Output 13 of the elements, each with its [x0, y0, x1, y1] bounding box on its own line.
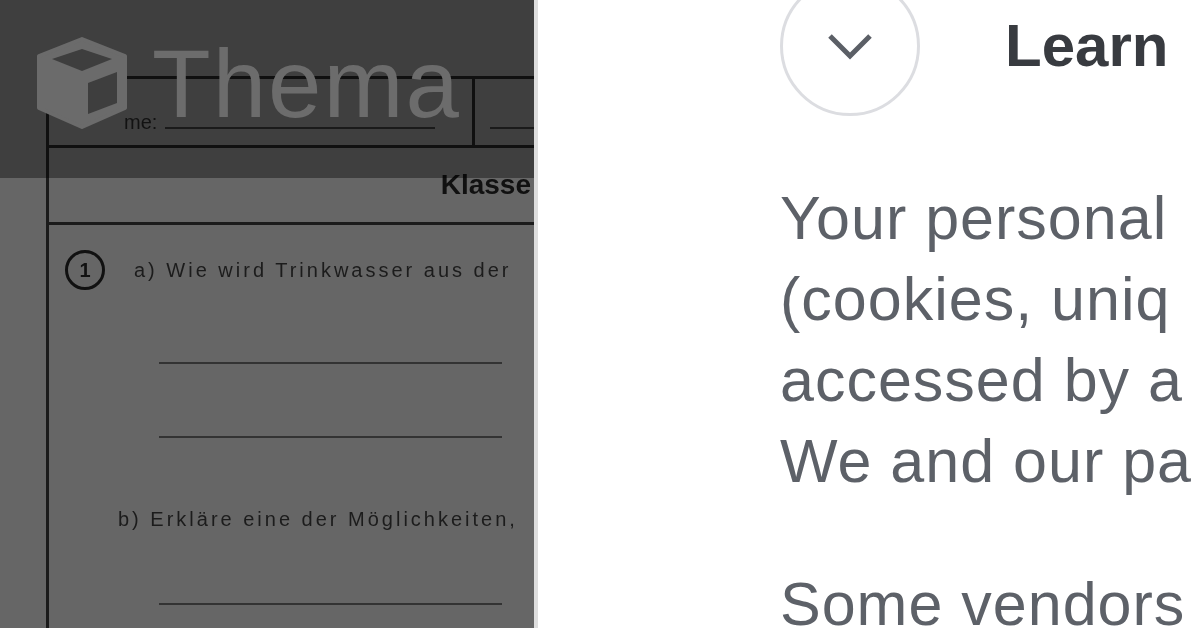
class-label: Klasse	[440, 169, 531, 201]
question-text: a) Wie wird Trinkwasser aus der	[134, 258, 512, 282]
task-number: 1	[65, 250, 105, 290]
fill-in-line	[490, 127, 534, 129]
logo-text: Thema	[152, 46, 461, 122]
paragraph-line: Your personal	[780, 183, 1168, 254]
section-heading: Learn	[1005, 16, 1169, 76]
paragraph-line: (cookies, uniq	[780, 264, 1171, 335]
paragraph-line: accessed by a	[780, 345, 1183, 416]
chevron-down-icon	[827, 32, 873, 60]
question-text: b) Erkläre eine der Möglichkeiten,	[118, 508, 518, 531]
paragraph-line: Some vendors	[780, 569, 1186, 628]
paragraph-line: We and our pa	[780, 426, 1193, 497]
